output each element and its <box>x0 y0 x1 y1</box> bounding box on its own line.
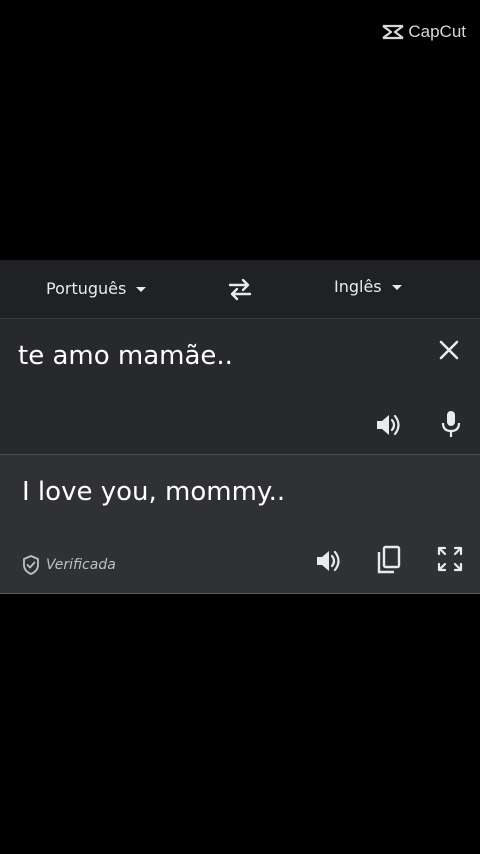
target-language-selector[interactable]: Inglês <box>334 277 402 296</box>
translation-output-card: I love you, mommy.. Verificada <box>0 454 480 594</box>
microphone-icon[interactable] <box>440 409 462 439</box>
target-language-label: Inglês <box>334 277 382 296</box>
source-language-selector[interactable]: Português <box>46 279 147 298</box>
dropdown-caret-icon <box>391 285 402 290</box>
language-bar: Português Inglês <box>0 260 480 318</box>
source-language-label: Português <box>46 279 127 298</box>
capcut-watermark: CapCut <box>381 22 466 42</box>
translate-panel: Português Inglês te amo mamãe.. I love y… <box>0 260 480 594</box>
source-input-card[interactable]: te amo mamãe.. <box>0 318 480 455</box>
verified-label: Verificada <box>46 557 116 573</box>
shield-check-icon <box>23 555 39 575</box>
verified-badge: Verificada <box>22 555 116 575</box>
fullscreen-icon[interactable] <box>436 545 464 573</box>
speaker-icon[interactable] <box>314 547 342 575</box>
watermark-label: CapCut <box>408 22 466 41</box>
speaker-icon[interactable] <box>374 411 402 439</box>
capcut-logo-icon <box>382 24 405 40</box>
source-text[interactable]: te amo mamãe.. <box>18 341 233 371</box>
swap-arrows-icon[interactable] <box>226 276 254 302</box>
translated-text: I love you, mommy.. <box>22 477 286 507</box>
copy-icon[interactable] <box>376 545 402 575</box>
close-icon[interactable] <box>438 339 460 361</box>
dropdown-caret-icon <box>136 287 147 292</box>
